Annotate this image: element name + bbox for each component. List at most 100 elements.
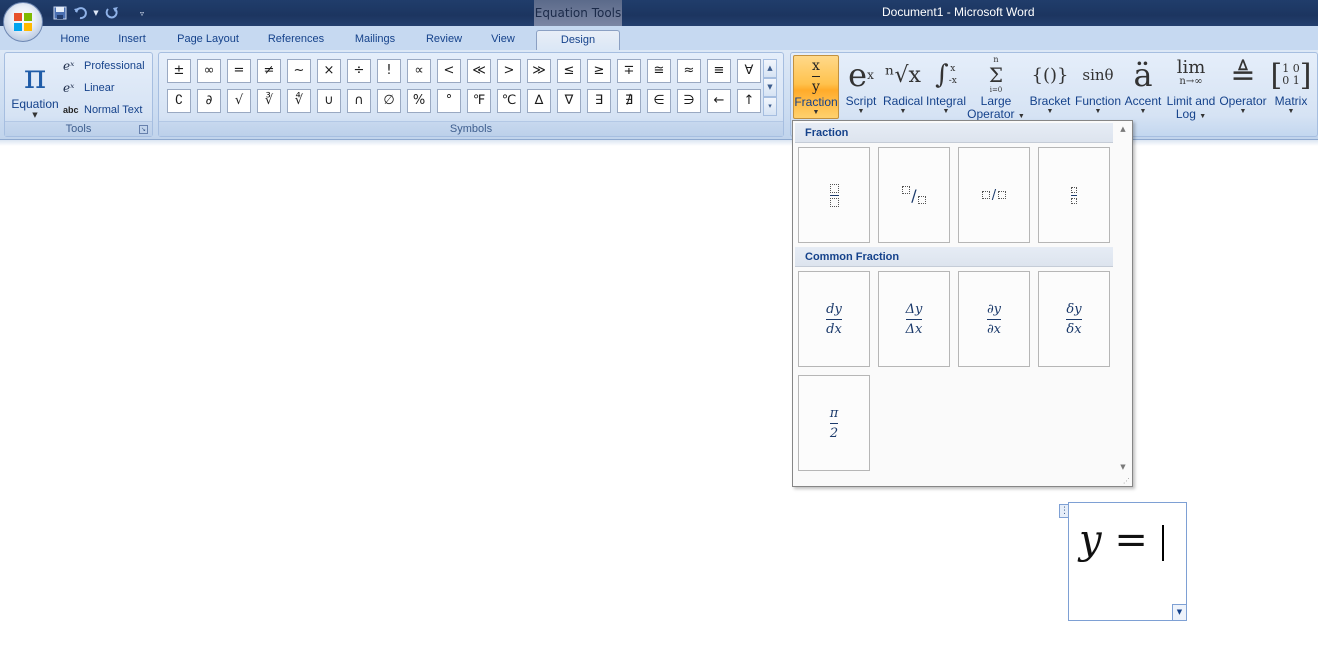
symbol-button[interactable]: ∇ [557, 89, 581, 113]
symbol-button[interactable]: ∞ [197, 59, 221, 83]
integral-button[interactable]: ∫ x -x Integral ▼ [925, 55, 967, 119]
symbol-button[interactable]: × [317, 59, 341, 83]
gallery-scroll-up-icon[interactable]: ▲ [763, 59, 777, 78]
symbol-button[interactable]: ≠ [257, 59, 281, 83]
placeholder-box [829, 197, 839, 207]
equation-options-dropdown[interactable]: ▼ [1172, 604, 1186, 620]
symbol-button[interactable]: < [437, 59, 461, 83]
tab-review[interactable]: Review [420, 30, 468, 50]
placeholder-box [1071, 186, 1077, 193]
equation-container[interactable]: y = ▼ [1068, 502, 1187, 621]
normal-text-button[interactable]: abc Normal Text [63, 100, 142, 120]
symbol-button[interactable]: > [497, 59, 521, 83]
symbol-button[interactable]: ≡ [707, 59, 731, 83]
script-button[interactable]: ex Script ▼ [841, 55, 881, 119]
symbol-button[interactable]: ∪ [317, 89, 341, 113]
scroll-up-icon[interactable]: ▲ [1115, 123, 1131, 135]
symbol-button[interactable]: ∁ [167, 89, 191, 113]
tab-home[interactable]: Home [52, 30, 98, 50]
customize-qat-icon[interactable]: ▿ [136, 5, 148, 21]
stacked-fraction-option[interactable] [798, 147, 870, 243]
symbol-button[interactable]: ≅ [647, 59, 671, 83]
symbol-button[interactable]: ≤ [557, 59, 581, 83]
gallery-more-icon[interactable]: ▾ [763, 97, 777, 116]
symbol-button[interactable]: ± [167, 59, 191, 83]
symbol-button[interactable]: ∈ [647, 89, 671, 113]
symbol-button[interactable]: % [407, 89, 431, 113]
bracket-button[interactable]: {()} Bracket ▼ [1027, 55, 1073, 119]
tab-view[interactable]: View [484, 30, 522, 50]
symbol-button[interactable]: ∋ [677, 89, 701, 113]
small-fraction-option[interactable] [1038, 147, 1110, 243]
matrix-label: Matrix [1274, 94, 1308, 108]
professional-button[interactable]: eˣ Professional [63, 56, 145, 76]
symbol-button[interactable]: ∓ [617, 59, 641, 83]
office-button[interactable] [3, 2, 43, 42]
save-icon[interactable] [52, 5, 68, 21]
symbol-button[interactable]: ∄ [617, 89, 641, 113]
common-fraction-option[interactable]: π2 [798, 375, 870, 471]
symbol-button[interactable]: ∜ [287, 89, 311, 113]
symbol-button[interactable]: ℉ [467, 89, 491, 113]
symbol-button[interactable]: ∝ [407, 59, 431, 83]
symbol-button[interactable]: ∀ [737, 59, 761, 83]
symbol-button[interactable]: ← [707, 89, 731, 113]
tab-insert[interactable]: Insert [110, 30, 154, 50]
symbol-button[interactable]: ~ [287, 59, 311, 83]
accent-button[interactable]: ä Accent ▼ [1123, 55, 1163, 119]
gallery-scroll-down-icon[interactable]: ▼ [763, 78, 777, 97]
symbol-button[interactable]: ° [437, 89, 461, 113]
common-fraction-option[interactable]: dy dx [798, 271, 870, 367]
symbol-button[interactable]: ℃ [497, 89, 521, 113]
symbol-button[interactable]: ≈ [677, 59, 701, 83]
common-fraction-option[interactable]: δy δx [1038, 271, 1110, 367]
panel-scrollbar[interactable]: ▲ ▼ [1115, 123, 1131, 473]
symbol-button[interactable]: ≫ [527, 59, 551, 83]
script-icon-base: e [848, 56, 868, 94]
symbol-button[interactable]: ∆ [527, 89, 551, 113]
symbol-button[interactable]: ∃ [587, 89, 611, 113]
symbol-button[interactable]: ∛ [257, 89, 281, 113]
scroll-down-icon[interactable]: ▼ [1115, 461, 1131, 473]
common-fraction-option[interactable]: ∂y ∂x [958, 271, 1030, 367]
equation-content[interactable]: y = [1079, 517, 1148, 563]
fraction-icon-bottom: y [812, 78, 820, 95]
fraction-button[interactable]: x y Fraction ▼ [793, 55, 839, 119]
tab-page-layout[interactable]: Page Layout [170, 30, 246, 50]
symbol-button[interactable]: ≥ [587, 59, 611, 83]
limit-and-log-button[interactable]: lim n→∞ Limit and Log ▼ [1165, 55, 1217, 121]
common-fraction-option[interactable]: Δy Δx [878, 271, 950, 367]
undo-icon[interactable] [72, 5, 88, 21]
function-button[interactable]: sinθ Function ▼ [1073, 55, 1123, 119]
matrix-button[interactable]: [ 1 0 0 1 ] Matrix ▼ [1269, 55, 1313, 119]
symbol-button[interactable]: ∂ [197, 89, 221, 113]
skewed-fraction-option[interactable]: / [878, 147, 950, 243]
operator-button[interactable]: ≜ Operator ▼ [1217, 55, 1269, 119]
symbol-button[interactable]: ÷ [347, 59, 371, 83]
linear-button[interactable]: eˣ Linear [63, 78, 115, 98]
redo-icon[interactable] [104, 5, 120, 21]
large-operator-button[interactable]: n Σ i=0 Large Operator ▼ [967, 55, 1025, 121]
symbol-button[interactable]: ↑ [737, 89, 761, 113]
symbol-button[interactable]: ∩ [347, 89, 371, 113]
symbol-button[interactable]: ≪ [467, 59, 491, 83]
symbol-button[interactable]: ! [377, 59, 401, 83]
symbol-button[interactable]: ∅ [377, 89, 401, 113]
chevron-down-icon[interactable]: ▼ [92, 5, 100, 21]
resize-grip-icon[interactable]: ⋰ [1120, 477, 1130, 485]
equation-button[interactable]: π Equation ▼ [9, 57, 61, 119]
chevron-down-icon: ▼ [1287, 108, 1295, 115]
integral-label: Integral [925, 94, 967, 108]
symbol-button[interactable]: = [227, 59, 251, 83]
script-icon: ex [841, 55, 881, 95]
linear-fraction-option[interactable]: / [958, 147, 1030, 243]
sigma-icon-sign: Σ [988, 63, 1004, 87]
tab-mailings[interactable]: Mailings [346, 30, 404, 50]
chevron-down-icon: ▼ [1239, 108, 1247, 115]
symbol-button[interactable]: √ [227, 89, 251, 113]
tab-design[interactable]: Design [536, 30, 620, 50]
dialog-launcher-icon[interactable]: ↘ [139, 125, 148, 134]
tab-references[interactable]: References [262, 30, 330, 50]
radical-button[interactable]: ⁿ√x Radical ▼ [881, 55, 925, 119]
function-label: Function [1074, 94, 1122, 108]
